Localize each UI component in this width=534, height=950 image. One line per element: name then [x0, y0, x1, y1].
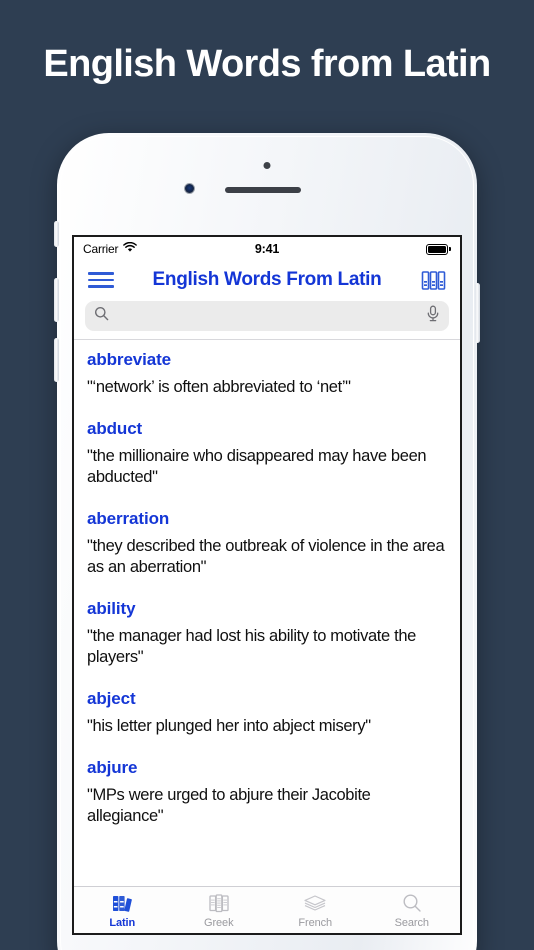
- tab-label: Latin: [109, 917, 136, 929]
- entry-example: "his letter plunged her into abject mise…: [87, 717, 371, 735]
- tab-greek[interactable]: Greek: [171, 887, 268, 933]
- volume-up-button[interactable]: [54, 278, 59, 322]
- search-bar-container: [74, 299, 460, 339]
- entry-example: "‘network’ is often abbreviated to ‘net’…: [87, 378, 351, 396]
- tab-search[interactable]: Search: [364, 887, 461, 933]
- hamburger-menu-icon[interactable]: [88, 268, 114, 292]
- list-item[interactable]: abject "his letter plunged her into abje…: [74, 689, 460, 737]
- tab-latin[interactable]: Latin: [74, 887, 171, 933]
- search-icon: [400, 891, 424, 915]
- layers-stack-icon: [302, 891, 328, 915]
- entry-word: aberration: [87, 509, 170, 528]
- search-field[interactable]: [85, 301, 449, 331]
- entry-example: "the manager had lost his ability to mot…: [87, 627, 416, 666]
- status-bar-clock: 9:41: [254, 242, 280, 256]
- entry-word: abjure: [87, 758, 138, 777]
- list-item[interactable]: aberration "they described the outbreak …: [74, 509, 460, 578]
- power-button[interactable]: [475, 283, 480, 343]
- books-outline-icon[interactable]: [421, 269, 446, 292]
- page-title: English Words from Latin: [43, 43, 491, 85]
- tab-french[interactable]: French: [267, 887, 364, 933]
- list-item[interactable]: ability "the manager had lost his abilit…: [74, 599, 460, 668]
- entry-word: ability: [87, 599, 136, 618]
- books-stack-icon: [110, 891, 134, 915]
- list-item[interactable]: abduct "the millionaire who disappeared …: [74, 419, 460, 488]
- list-item[interactable]: abjure "MPs were urged to abjure their J…: [74, 758, 460, 827]
- navigation-bar: English Words From Latin: [74, 261, 460, 299]
- phone-device-frame: Carrier 9:41 English Words From Latin ab…: [54, 133, 480, 950]
- microphone-icon[interactable]: [426, 305, 440, 327]
- earpiece-speaker-icon: [225, 187, 301, 193]
- tab-label: French: [298, 917, 333, 929]
- tab-label: Search: [394, 917, 429, 929]
- entry-word: abject: [87, 689, 136, 708]
- open-book-icon: [207, 891, 231, 915]
- nav-title: English Words From Latin: [152, 269, 382, 290]
- entry-example: "MPs were urged to abjure their Jacobite…: [87, 786, 371, 825]
- proximity-sensor-icon: [263, 162, 271, 169]
- search-icon: [94, 306, 109, 326]
- tab-bar: Latin Greek French Search: [74, 886, 460, 933]
- front-camera-icon: [184, 183, 195, 194]
- phone-screen: Carrier 9:41 English Words From Latin ab…: [72, 235, 462, 935]
- tab-label: Greek: [204, 917, 234, 929]
- status-bar: Carrier 9:41: [74, 237, 460, 261]
- list-item[interactable]: abbreviate "‘network’ is often abbreviat…: [74, 350, 460, 398]
- silent-switch-button[interactable]: [54, 221, 59, 247]
- entry-example: "the millionaire who disappeared may hav…: [87, 447, 427, 486]
- word-entry-list[interactable]: abbreviate "‘network’ is often abbreviat…: [74, 340, 460, 886]
- entry-example: "they described the outbreak of violence…: [87, 537, 445, 576]
- search-input[interactable]: [109, 308, 426, 324]
- entry-word: abbreviate: [87, 350, 172, 369]
- entry-word: abduct: [87, 419, 143, 438]
- volume-down-button[interactable]: [54, 338, 59, 382]
